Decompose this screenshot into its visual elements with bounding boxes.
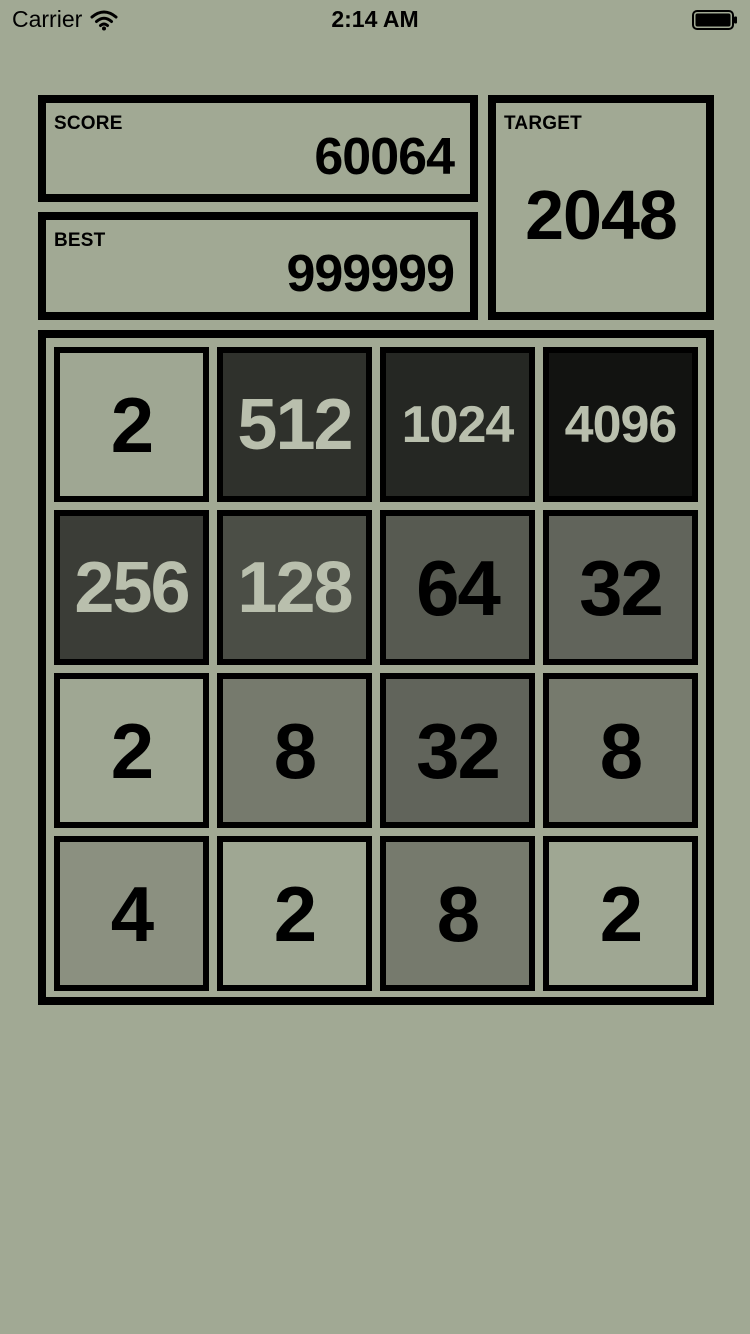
status-bar: Carrier 2:14 AM [0, 0, 750, 40]
tile: 2 [54, 673, 209, 828]
tile: 8 [217, 673, 372, 828]
tile: 32 [380, 673, 535, 828]
best-panel: BEST 999999 [38, 212, 478, 320]
best-label: BEST [54, 230, 106, 251]
tile: 128 [217, 510, 372, 665]
target-panel: TARGET 2048 [488, 95, 714, 320]
target-value: 2048 [525, 176, 678, 254]
tile: 8 [543, 673, 698, 828]
tile: 256 [54, 510, 209, 665]
tile: 8 [380, 836, 535, 991]
tile: 64 [380, 510, 535, 665]
tile: 4096 [543, 347, 698, 502]
score-value: 60064 [314, 128, 455, 186]
tile: 512 [217, 347, 372, 502]
best-value: 999999 [286, 245, 455, 303]
tile: 2 [543, 836, 698, 991]
score-label: SCORE [54, 113, 123, 134]
game-board[interactable]: 2 512 1024 4096 256 128 64 32 2 8 32 8 4 2 8 2 [38, 330, 714, 1005]
tile: 2 [217, 836, 372, 991]
battery-icon [692, 10, 737, 30]
score-panel: SCORE 60064 [38, 95, 478, 202]
status-time: 2:14 AM [331, 6, 419, 32]
tile: 32 [543, 510, 698, 665]
target-label: TARGET [504, 113, 582, 134]
tile: 4 [54, 836, 209, 991]
tile: 1024 [380, 347, 535, 502]
tile: 2 [54, 347, 209, 502]
